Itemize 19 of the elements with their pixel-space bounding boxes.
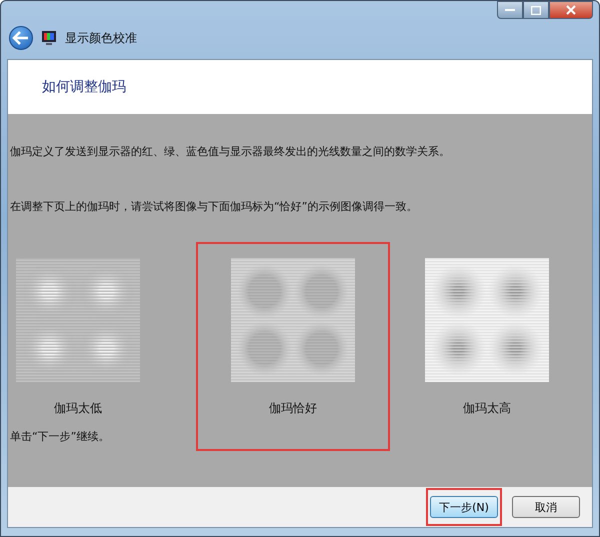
close-button[interactable]: [549, 1, 593, 19]
close-icon: [566, 5, 576, 15]
maximize-icon: [531, 6, 541, 14]
page-heading: 如何调整伽玛: [42, 78, 126, 96]
sample-caption: 伽玛太高: [463, 400, 511, 417]
next-button[interactable]: 下一步(N): [430, 496, 498, 518]
sample-caption: 伽玛太低: [54, 400, 102, 417]
minimize-button[interactable]: [497, 1, 523, 19]
instruction-text: 单击“下一步”继续。: [10, 429, 110, 444]
description-text: 伽玛定义了发送到显示器的红、绿、蓝色值与显示器最终发出的光线数量之间的数学关系。: [10, 144, 451, 159]
sample-caption: 伽玛恰好: [269, 400, 317, 417]
window-title: 显示颜色校准: [65, 30, 137, 46]
cancel-button[interactable]: 取消: [512, 496, 580, 518]
back-arrow-icon: [12, 31, 30, 45]
monitor-icon: [41, 30, 57, 46]
description-text: 在调整下页上的伽玛时，请尝试将图像与下面伽玛标为“恰好”的示例图像调得一致。: [10, 199, 418, 214]
minimize-icon: [505, 8, 515, 12]
back-button[interactable]: [9, 26, 33, 50]
maximize-button[interactable]: [523, 1, 549, 19]
